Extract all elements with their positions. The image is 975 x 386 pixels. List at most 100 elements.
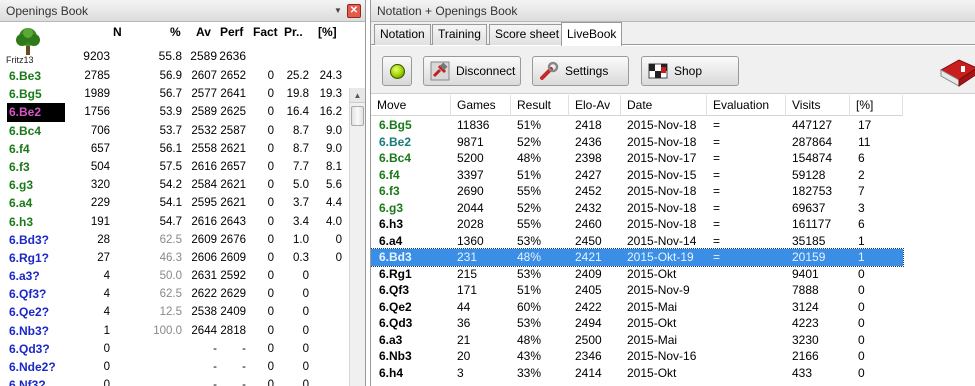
disconnect-button[interactable]: Disconnect (423, 56, 521, 86)
book-move-row[interactable]: 6.Bg5 1989 56.7 2577 2641 0 19.8 19.3 (0, 85, 350, 103)
livebook-cell-move[interactable]: 6.Qe2 (379, 299, 412, 316)
book-move-row[interactable]: 6.Bd3? 28 62.5 2609 2676 0 1.0 0 (0, 231, 350, 249)
book-move-row[interactable]: 6.h3 191 54.7 2616 2643 0 3.4 4.0 (0, 213, 350, 231)
livebook-cell-pct: 7 (858, 184, 865, 198)
livebook-cell-date: 2015-Nov-18 (627, 217, 697, 231)
book-move-label[interactable]: 6.g3 (9, 176, 33, 194)
col-header-games[interactable]: Games (451, 95, 511, 116)
col-header-date[interactable]: Date (621, 95, 707, 116)
book-move-row[interactable]: 6.a4 229 54.1 2595 2621 0 3.7 4.4 (0, 194, 350, 212)
col-header-move[interactable]: Move (371, 95, 451, 116)
book-move-row[interactable]: 6.Rg1? 27 46.3 2606 2609 0 0.3 0 (0, 249, 350, 267)
book-move-row[interactable]: 6.Nb3? 1 100.0 2644 2818 0 0 (0, 322, 350, 340)
col-header-fact[interactable]: Fact (253, 25, 278, 39)
book-move-row[interactable]: 6.Bc4 706 53.7 2532 2587 0 8.7 9.0 (0, 122, 350, 140)
col-header-visits[interactable]: Visits (786, 95, 850, 116)
book-move-label[interactable]: 6.Be2 (7, 103, 66, 122)
col-header-pct[interactable]: % (170, 25, 181, 39)
book-move-row[interactable]: 6.g3 320 54.2 2584 2621 0 5.0 5.6 (0, 176, 350, 194)
livebook-cell-move[interactable]: 6.h4 (379, 365, 403, 382)
livebook-cell-pct: 2 (858, 167, 865, 182)
livebook-move-row[interactable]: 6.Qd3 36 53% 2494 2015-Okt 4223 0 (371, 315, 903, 332)
book-move-row[interactable]: 6.a3? 4 50.0 2631 2592 0 0 (0, 267, 350, 285)
book-move-row[interactable]: 6.Nde2? 0 - - 0 0 (0, 358, 350, 376)
close-icon[interactable]: ✕ (347, 4, 361, 18)
livebook-move-row[interactable]: 6.g3 2044 52% 2432 2015-Nov-18 = 69637 3 (371, 200, 903, 217)
col-header-pr[interactable]: Pr.. (284, 25, 303, 39)
book-move-label[interactable]: 6.Bd3? (9, 231, 49, 249)
book-move-row[interactable]: 6.Be2 1756 53.9 2589 2625 0 16.4 16.2 (0, 103, 350, 122)
book-move-row[interactable]: 6.f3 504 57.5 2616 2657 0 7.7 8.1 (0, 158, 350, 176)
livebook-cell-move[interactable]: 6.g3 (379, 200, 403, 217)
tab-notation[interactable]: Notation (374, 24, 431, 45)
col-header-evaluation[interactable]: Evaluation (707, 95, 786, 116)
livebook-move-row[interactable]: 6.Qe2 44 60% 2422 2015-Mai 3124 0 (371, 299, 903, 316)
book-move-label[interactable]: 6.Nde2? (9, 358, 56, 376)
col-header-percent[interactable]: [%] (850, 95, 903, 116)
settings-button[interactable]: Settings (532, 56, 629, 86)
tab-training[interactable]: Training (432, 24, 487, 45)
livebook-move-row[interactable]: 6.Bc4 5200 48% 2398 2015-Nov-17 = 154874 6 (371, 150, 903, 167)
livebook-cell-move[interactable]: 6.Qd3 (379, 315, 412, 332)
livebook-cell-move[interactable]: 6.f3 (379, 183, 400, 200)
book-move-label[interactable]: 6.a3? (9, 267, 40, 285)
livebook-move-row[interactable]: 6.Bg5 11836 51% 2418 2015-Nov-18 = 447127 17 (371, 117, 903, 134)
book-move-row[interactable]: 6.Nf3? 0 - - 0 0 (0, 376, 350, 386)
book-move-label[interactable]: 6.Bg5 (9, 85, 42, 103)
livebook-move-row[interactable]: 6.h4 3 33% 2414 2015-Okt 433 0 (371, 365, 903, 382)
livebook-cell-move[interactable]: 6.a4 (379, 233, 402, 250)
book-scrollbar[interactable]: ▲ (349, 88, 365, 386)
col-header-n[interactable]: N (113, 25, 122, 39)
book-move-label[interactable]: 6.Qd3? (9, 340, 50, 358)
livebook-cell-move[interactable]: 6.Bd3 (379, 249, 412, 266)
book-move-row[interactable]: 6.Qd3? 0 - - 0 0 (0, 340, 350, 358)
pane-menu-dropdown-icon[interactable]: ▼ (333, 6, 343, 16)
livebook-cell-move[interactable]: 6.Be2 (379, 134, 411, 151)
book-move-label[interactable]: 6.Be3 (9, 67, 41, 85)
tab-score-sheet[interactable]: Score sheet (489, 24, 566, 45)
book-move-label[interactable]: 6.Rg1? (9, 249, 49, 267)
livebook-cell-result: 55% (517, 217, 542, 231)
book-move-label[interactable]: 6.Nf3? (9, 376, 46, 386)
book-move-label[interactable]: 6.f3 (9, 158, 30, 176)
book-move-label[interactable]: 6.a4 (9, 194, 32, 212)
livebook-cell-move[interactable]: 6.Bg5 (379, 117, 412, 134)
col-header-percent[interactable]: [%] (318, 25, 337, 39)
col-header-av[interactable]: Av (196, 25, 211, 39)
scrollbar-thumb[interactable] (351, 106, 364, 126)
book-move-label[interactable]: 6.Nb3? (9, 322, 49, 340)
livebook-cell-move[interactable]: 6.f4 (379, 167, 400, 184)
livebook-cell-move[interactable]: 6.h3 (379, 216, 403, 233)
book-move-label[interactable]: 6.Bc4 (9, 122, 41, 140)
livebook-move-row[interactable]: 6.Rg1 215 53% 2409 2015-Okt 9401 0 (371, 266, 903, 283)
book-move-row[interactable]: 6.Qe2? 4 12.5 2538 2409 0 0 (0, 303, 350, 321)
livebook-move-row[interactable]: 6.f3 2690 55% 2452 2015-Nov-18 = 182753 7 (371, 183, 903, 200)
livebook-move-row[interactable]: 6.f4 3397 51% 2427 2015-Nov-15 = 59128 2 (371, 167, 903, 184)
book-move-row[interactable]: 6.Qf3? 4 62.5 2622 2629 0 0 (0, 285, 350, 303)
book-move-label[interactable]: 6.h3 (9, 213, 33, 231)
scroll-up-arrow-icon[interactable]: ▲ (350, 88, 365, 103)
tab-livebook[interactable]: LiveBook (561, 22, 623, 46)
col-header-elo-av[interactable]: Elo-Av (569, 95, 621, 116)
livebook-move-row[interactable]: 6.Qf3 171 51% 2405 2015-Nov-9 7888 0 (371, 282, 903, 299)
livebook-cell-move[interactable]: 6.Nb3 (379, 348, 412, 365)
book-move-label[interactable]: 6.f4 (9, 140, 30, 158)
shop-button[interactable]: Shop (641, 56, 739, 86)
book-move-label[interactable]: 6.Qe2? (9, 303, 49, 321)
livebook-cell-move[interactable]: 6.Qf3 (379, 282, 409, 299)
livebook-move-row[interactable]: 6.Be2 9871 52% 2436 2015-Nov-18 = 287864 11 (371, 134, 903, 151)
livebook-cell-move[interactable]: 6.Bc4 (379, 150, 411, 167)
livebook-move-row[interactable]: 6.Bd3 231 48% 2421 2015-Okt-19 = 20159 1 (371, 248, 904, 267)
livebook-cell-move[interactable]: 6.Rg1 (379, 266, 412, 283)
livebook-move-row[interactable]: 6.Nb3 20 43% 2346 2015-Nov-16 2166 0 (371, 348, 903, 365)
book-move-row[interactable]: 6.f4 657 56.1 2558 2621 0 8.7 9.0 (0, 140, 350, 158)
book-move-row[interactable]: 6.Be3 2785 56.9 2607 2652 0 25.2 24.3 (0, 67, 350, 85)
book-move-label[interactable]: 6.Qf3? (9, 285, 46, 303)
col-header-result[interactable]: Result (511, 95, 569, 116)
connection-status-button[interactable] (382, 56, 412, 86)
livebook-move-row[interactable]: 6.a3 21 48% 2500 2015-Mai 3230 0 (371, 332, 903, 349)
livebook-move-row[interactable]: 6.h3 2028 55% 2460 2015-Nov-18 = 161177 6 (371, 216, 903, 233)
col-header-perf[interactable]: Perf (220, 25, 243, 39)
livebook-cell-move[interactable]: 6.a3 (379, 332, 402, 349)
livebook-move-row[interactable]: 6.a4 1360 53% 2450 2015-Nov-14 = 35185 1 (371, 233, 903, 250)
